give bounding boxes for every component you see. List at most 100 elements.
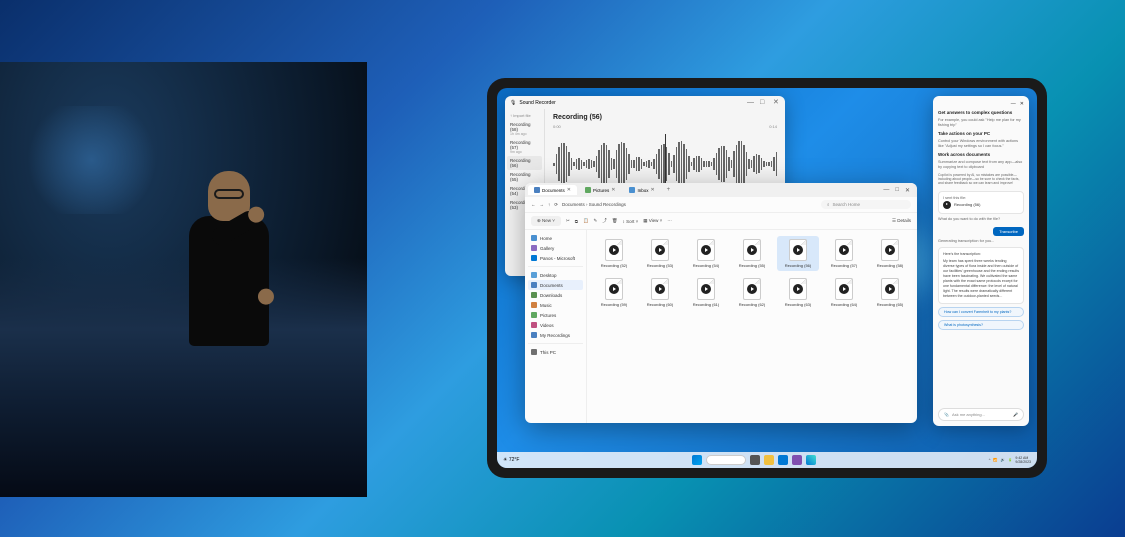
file-item[interactable]: Recording (63) xyxy=(777,275,819,310)
battery-icon[interactable]: 🔋 xyxy=(1008,458,1012,462)
file-item[interactable]: Recording (65) xyxy=(869,275,911,310)
share-button[interactable]: ⤴ xyxy=(602,218,607,224)
sort-button[interactable]: ↕ Sort ˅ xyxy=(623,219,639,224)
sidebar-item[interactable]: My Recordings xyxy=(528,330,583,340)
delete-button[interactable]: 🗑 xyxy=(612,218,618,224)
file-item[interactable]: Recording (62) xyxy=(731,275,773,310)
file-item[interactable]: Recording (60) xyxy=(639,275,681,310)
status-text: Generating transcription for you... xyxy=(938,239,1024,244)
wifi-icon[interactable]: 📶 xyxy=(993,458,997,462)
more-button[interactable]: ⋯ xyxy=(667,218,672,224)
paste-button[interactable]: 📋 xyxy=(583,218,589,224)
edge-taskbar-icon[interactable] xyxy=(778,455,788,465)
breadcrumb[interactable]: Documents › Sound Recordings xyxy=(562,202,626,207)
windows-desktop[interactable]: 🎙 Sound Recorder — □ ✕ ↑ Import file Rec… xyxy=(497,88,1037,468)
close-icon[interactable]: ✕ xyxy=(773,99,780,106)
minimize-icon[interactable]: — xyxy=(747,99,754,106)
search-input[interactable]: ⌕ Search Home xyxy=(821,200,911,209)
copilot-taskbar-icon[interactable] xyxy=(806,455,816,465)
recorder-taskbar-icon[interactable] xyxy=(792,455,802,465)
file-chip[interactable]: Recording (56) xyxy=(943,201,1019,209)
navigation-pane[interactable]: HomeGalleryPanos - Microsoft DesktopDocum… xyxy=(525,230,587,423)
sidebar-item[interactable]: Home xyxy=(528,233,583,243)
file-item[interactable]: Recording (57) xyxy=(823,236,865,271)
app-title: Sound Recorder xyxy=(519,100,555,106)
close-icon[interactable]: ✕ xyxy=(905,187,910,194)
file-item[interactable]: Recording (53) xyxy=(639,236,681,271)
copilot-pane[interactable]: —✕ Get answers to complex questions For … xyxy=(933,96,1029,426)
folder-icon xyxy=(531,332,537,338)
start-button[interactable] xyxy=(692,455,702,465)
explorer-tab[interactable]: Pictures✕ xyxy=(579,185,621,195)
file-item[interactable]: Recording (61) xyxy=(685,275,727,310)
recording-list-item[interactable]: Recording (55) xyxy=(507,170,542,184)
file-item[interactable]: Recording (54) xyxy=(685,236,727,271)
attach-icon[interactable]: 📎 xyxy=(944,412,949,417)
chevron-up-icon[interactable]: ^ xyxy=(989,458,991,462)
sidebar-item[interactable]: Music xyxy=(528,300,583,310)
explorer-tab[interactable]: Inbox✕ xyxy=(623,185,660,195)
address-bar[interactable]: ← → ↑ ⟳ Documents › Sound Recordings ⌕ S… xyxy=(525,197,917,213)
taskbar[interactable]: ☀ 72°F ^ 📶 🔊 🔋 9:42 AM9/28/2023 xyxy=(497,452,1037,468)
file-explorer-window[interactable]: Documents✕Pictures✕Inbox✕ + — □ ✕ ← → ↑ … xyxy=(525,183,917,423)
suggestion-chip[interactable]: What is photosynthesis? xyxy=(938,320,1024,330)
file-item[interactable]: Recording (64) xyxy=(823,275,865,310)
toolbar[interactable]: ⊕ New ˅ ✂ ⧉ 📋 ✎ ⤴ 🗑 ↕ Sort ˅ ▦ View ˅ ⋯ … xyxy=(525,213,917,230)
chat-input[interactable]: 📎 Ask me anything... 🎤 xyxy=(938,408,1024,421)
minimize-icon[interactable]: — xyxy=(883,187,889,194)
rename-button[interactable]: ✎ xyxy=(594,218,598,224)
widgets-button[interactable]: ☀ 72°F xyxy=(503,457,520,463)
minimize-icon[interactable]: — xyxy=(1011,101,1016,107)
file-item[interactable]: Recording (58) xyxy=(869,236,911,271)
forward-button[interactable]: → xyxy=(540,202,545,207)
disclaimer: Copilot is powered by AI, so mistakes ar… xyxy=(938,173,1024,186)
system-tray[interactable]: ^ 📶 🔊 🔋 9:42 AM9/28/2023 xyxy=(989,456,1031,464)
recording-list-item[interactable]: Recording (57)9m ago xyxy=(507,138,542,156)
sidebar-item[interactable]: Desktop xyxy=(528,270,583,280)
tab-strip[interactable]: Documents✕Pictures✕Inbox✕ + — □ ✕ xyxy=(525,183,917,197)
search-icon: ⌕ xyxy=(827,202,830,207)
file-item[interactable]: Recording (55) xyxy=(731,236,773,271)
up-button[interactable]: ↑ xyxy=(548,202,550,207)
details-button[interactable]: ☰ Details xyxy=(892,218,911,224)
refresh-button[interactable]: ⟳ xyxy=(554,202,558,208)
sidebar-item[interactable]: Panos - Microsoft xyxy=(528,253,583,263)
sidebar-item[interactable]: Documents xyxy=(528,280,583,290)
volume-icon[interactable]: 🔊 xyxy=(1001,458,1005,462)
task-view-button[interactable] xyxy=(750,455,760,465)
close-tab-icon[interactable]: ✕ xyxy=(650,187,654,193)
sidebar-item[interactable]: Gallery xyxy=(528,243,583,253)
import-link[interactable]: ↑ Import file xyxy=(507,111,542,120)
titlebar[interactable]: 🎙 Sound Recorder — □ ✕ xyxy=(505,96,785,109)
file-item[interactable]: Recording (52) xyxy=(593,236,635,271)
close-tab-icon[interactable]: ✕ xyxy=(567,187,571,193)
explorer-tab[interactable]: Documents✕ xyxy=(528,185,577,195)
sidebar-item[interactable]: Downloads xyxy=(528,290,583,300)
close-tab-icon[interactable]: ✕ xyxy=(611,187,615,193)
sidebar-item[interactable]: Videos xyxy=(528,320,583,330)
search-button[interactable] xyxy=(706,455,746,465)
cut-button[interactable]: ✂ xyxy=(566,218,570,224)
recording-list-item[interactable]: Recording (56) xyxy=(507,156,542,170)
new-tab-button[interactable]: + xyxy=(663,187,675,193)
sidebar-item[interactable]: This PC xyxy=(528,347,583,357)
file-grid[interactable]: Recording (52)Recording (53)Recording (5… xyxy=(587,230,917,423)
close-icon[interactable]: ✕ xyxy=(1020,101,1024,107)
user-message: I sent this file: Recording (56) xyxy=(938,191,1024,214)
audio-file-icon xyxy=(943,201,951,209)
suggestion-chip[interactable]: How can I convert Farenheit to my plants… xyxy=(938,307,1024,317)
back-button[interactable]: ← xyxy=(531,202,536,207)
file-item[interactable]: Recording (56) xyxy=(777,236,819,271)
copy-button[interactable]: ⧉ xyxy=(575,219,578,224)
mic-icon[interactable]: 🎤 xyxy=(1013,412,1018,417)
file-item[interactable]: Recording (59) xyxy=(593,275,635,310)
new-button[interactable]: ⊕ New ˅ xyxy=(531,216,561,226)
maximize-icon[interactable]: □ xyxy=(895,187,899,194)
audio-file-icon xyxy=(697,239,715,261)
explorer-taskbar-icon[interactable] xyxy=(764,455,774,465)
recording-list-item[interactable]: Recording (58)1h 4m ago xyxy=(507,120,542,138)
transcribe-button[interactable]: Transcribe xyxy=(993,227,1024,236)
maximize-icon[interactable]: □ xyxy=(760,99,767,106)
view-button[interactable]: ▦ View ˅ xyxy=(643,218,662,224)
sidebar-item[interactable]: Pictures xyxy=(528,310,583,320)
